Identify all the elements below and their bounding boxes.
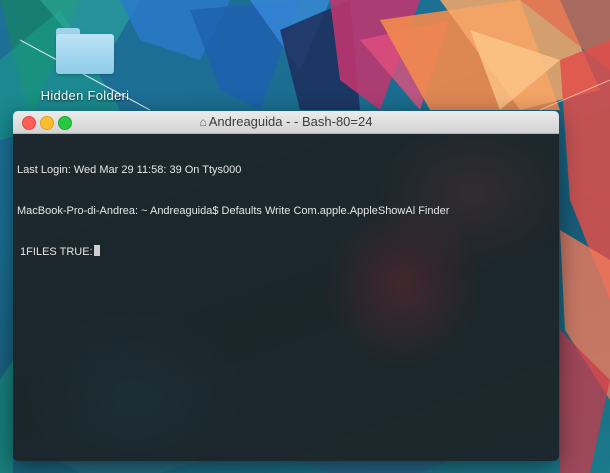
- terminal-line-last-login: Last Login: Wed Mar 29 11:58: 39 On Ttys…: [17, 164, 242, 176]
- terminal-line-continuation: 1FILES TRUE:: [17, 245, 555, 260]
- terminal-line-continuation-text: 1FILES TRUE:: [17, 246, 93, 258]
- terminal-window[interactable]: ⌂ Andreaguida - - Bash-80=24 Last Login: …: [13, 111, 559, 461]
- terminal-text: Last Login: Wed Mar 29 11:58: 39 On Ttys…: [17, 137, 555, 287]
- home-icon: ⌂: [199, 115, 207, 129]
- window-title-text: Andreaguida - - Bash-80=24: [208, 114, 373, 129]
- terminal-line-command: MacBook-Pro-di-Andrea: ~ Andreaguida$ De…: [17, 204, 450, 217]
- window-title: ⌂ Andreaguida - - Bash-80=24: [13, 111, 559, 133]
- desktop-folder-label: Hidden Folderi: [40, 88, 130, 103]
- text-cursor: [93, 245, 100, 256]
- terminal-output-area[interactable]: Last Login: Wed Mar 29 11:58: 39 On Ttys…: [13, 134, 559, 461]
- desktop-folder-hidden[interactable]: Hidden Folderi: [30, 22, 140, 105]
- folder-icon: [56, 28, 114, 74]
- terminal-title-bar[interactable]: ⌂ Andreaguida - - Bash-80=24: [13, 111, 559, 134]
